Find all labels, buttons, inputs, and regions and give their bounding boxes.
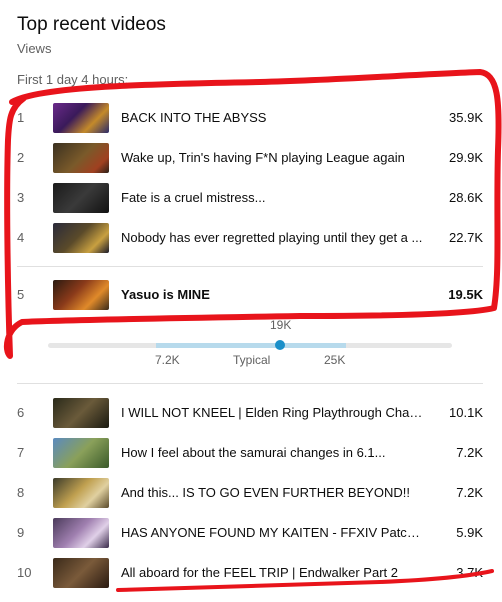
- video-row[interactable]: 6 I WILL NOT KNEEL | Elden Ring Playthro…: [0, 396, 502, 430]
- video-thumbnail[interactable]: [53, 103, 109, 133]
- video-views: 10.1K: [449, 405, 483, 420]
- video-rank: 6: [17, 405, 25, 420]
- video-thumbnail[interactable]: [53, 558, 109, 588]
- video-rank: 1: [17, 110, 25, 125]
- video-thumbnail[interactable]: [53, 280, 109, 310]
- video-views: 19.5K: [448, 287, 483, 302]
- video-rank: 9: [17, 525, 25, 540]
- video-row[interactable]: 2 Wake up, Trin's having F*N playing Lea…: [0, 141, 502, 175]
- time-range-label: First 1 day 4 hours:: [17, 72, 129, 87]
- current-value-marker: [275, 340, 285, 350]
- video-rank: 2: [17, 150, 25, 165]
- video-title[interactable]: And this... IS TO GO EVEN FURTHER BEYOND…: [121, 476, 426, 510]
- range-typical-label: Typical: [233, 353, 271, 367]
- video-rank: 3: [17, 190, 25, 205]
- current-value-label: 19K: [270, 318, 292, 332]
- video-views: 5.9K: [456, 525, 483, 540]
- row-divider: [17, 266, 483, 267]
- range-low-label: 7.2K: [155, 353, 180, 367]
- video-row[interactable]: 8 And this... IS TO GO EVEN FURTHER BEYO…: [0, 476, 502, 510]
- video-row[interactable]: 4 Nobody has ever regretted playing unti…: [0, 221, 502, 255]
- video-thumbnail[interactable]: [53, 143, 109, 173]
- video-thumbnail[interactable]: [53, 223, 109, 253]
- video-row-highlighted[interactable]: 5 Yasuo is MINE 19.5K: [0, 278, 502, 312]
- video-title[interactable]: How I feel about the samurai changes in …: [121, 436, 426, 470]
- video-thumbnail[interactable]: [53, 398, 109, 428]
- video-title[interactable]: All aboard for the FEEL TRIP | Endwalker…: [121, 556, 426, 590]
- video-row[interactable]: 10 All aboard for the FEEL TRIP | Endwal…: [0, 556, 502, 590]
- video-rank: 5: [17, 287, 25, 302]
- video-title[interactable]: Fate is a cruel mistress...: [121, 181, 426, 215]
- video-rank: 10: [17, 565, 32, 580]
- video-views: 3.7K: [456, 565, 483, 580]
- video-views: 7.2K: [456, 445, 483, 460]
- video-row[interactable]: 9 HAS ANYONE FOUND MY KAITEN - FFXIV Pat…: [0, 516, 502, 550]
- page-title: Top recent videos: [17, 14, 166, 35]
- video-title[interactable]: I WILL NOT KNEEL | Elden Ring Playthroug…: [121, 396, 426, 430]
- video-title[interactable]: HAS ANYONE FOUND MY KAITEN - FFXIV Patch…: [121, 516, 426, 550]
- video-row[interactable]: 1 BACK INTO THE ABYSS 35.9K: [0, 101, 502, 135]
- video-thumbnail[interactable]: [53, 438, 109, 468]
- typical-range-band: [156, 343, 346, 348]
- section-divider: [17, 383, 483, 384]
- video-views: 29.9K: [449, 150, 483, 165]
- video-views: 22.7K: [449, 230, 483, 245]
- video-rank: 8: [17, 485, 25, 500]
- metric-subtitle: Views: [17, 41, 52, 56]
- video-thumbnail[interactable]: [53, 518, 109, 548]
- video-row[interactable]: 3 Fate is a cruel mistress... 28.6K: [0, 181, 502, 215]
- video-views: 28.6K: [449, 190, 483, 205]
- video-title[interactable]: Wake up, Trin's having F*N playing Leagu…: [121, 141, 426, 175]
- video-views: 35.9K: [449, 110, 483, 125]
- video-views: 7.2K: [456, 485, 483, 500]
- range-high-label: 25K: [324, 353, 346, 367]
- video-rank: 4: [17, 230, 25, 245]
- video-title[interactable]: Yasuo is MINE: [121, 278, 426, 312]
- video-rank: 7: [17, 445, 25, 460]
- typical-range-chart: 19K 7.2K Typical 25K: [48, 316, 452, 367]
- video-title[interactable]: BACK INTO THE ABYSS: [121, 101, 426, 135]
- video-title[interactable]: Nobody has ever regretted playing until …: [121, 221, 426, 255]
- video-row[interactable]: 7 How I feel about the samurai changes i…: [0, 436, 502, 470]
- video-thumbnail[interactable]: [53, 183, 109, 213]
- video-thumbnail[interactable]: [53, 478, 109, 508]
